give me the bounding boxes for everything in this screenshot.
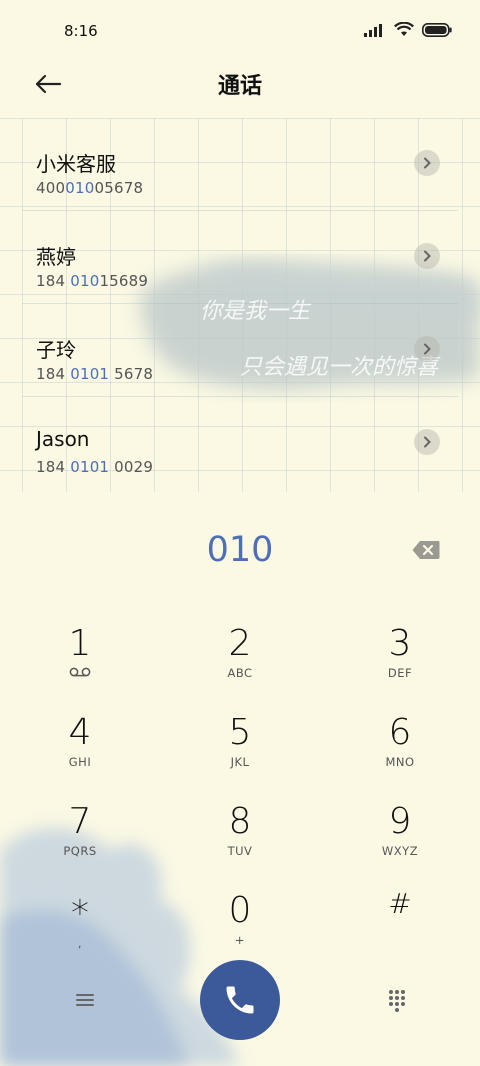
chevron-right-icon	[424, 343, 431, 355]
key-letters: DEF	[387, 666, 413, 680]
key-digit: 5	[228, 712, 252, 753]
contact-detail-button[interactable]	[414, 336, 440, 362]
dialed-number: 010	[206, 530, 274, 570]
key-letters: WXYZ	[381, 844, 419, 858]
status-time: 8:16	[64, 22, 98, 40]
phone-icon	[226, 986, 254, 1014]
battery-icon	[422, 22, 452, 37]
key-digit: 3	[388, 623, 412, 664]
key-digit: 1	[68, 623, 92, 664]
contact-name: Jason	[36, 427, 90, 451]
contact-number: 184 01015689	[36, 272, 149, 290]
contact-item[interactable]: 小米客服 40001005678	[0, 118, 480, 211]
bottom-action-bar	[0, 960, 480, 1040]
wifi-icon	[394, 22, 414, 36]
key-hash[interactable]: #	[340, 882, 460, 962]
key-digit: 8	[228, 801, 252, 842]
signal-icon	[364, 23, 382, 37]
contact-item[interactable]: Jason 184 0101 0029	[0, 397, 480, 490]
menu-button[interactable]	[68, 986, 102, 1014]
key-4[interactable]: 4 GHI	[20, 711, 140, 791]
contact-item[interactable]: 子玲 184 0101 5678	[0, 304, 480, 397]
key-letters: ,	[77, 936, 83, 950]
contact-name: 燕婷	[36, 245, 76, 269]
key-8[interactable]: 8 TUV	[180, 800, 300, 880]
key-7[interactable]: 7 PQRS	[20, 800, 140, 880]
key-2[interactable]: 2 ABC	[180, 622, 300, 702]
key-digit: 0	[228, 890, 252, 931]
call-button[interactable]	[200, 960, 280, 1040]
key-9[interactable]: 9 WXYZ	[340, 800, 460, 880]
contact-detail-button[interactable]	[414, 429, 440, 455]
key-digit: 9	[388, 801, 412, 842]
key-6[interactable]: 6 MNO	[340, 711, 460, 791]
status-bar: 8:16	[0, 0, 480, 62]
backspace-button[interactable]	[412, 540, 440, 560]
chevron-right-icon	[424, 250, 431, 262]
key-letters: ABC	[227, 666, 253, 680]
dialpad-toggle-button[interactable]	[380, 984, 414, 1018]
key-5[interactable]: 5 JKL	[180, 711, 300, 791]
key-digit: 2	[228, 623, 252, 664]
contact-item[interactable]: 燕婷 184 01015689	[0, 211, 480, 304]
key-letters: +	[234, 933, 246, 947]
key-digit: 7	[68, 801, 92, 842]
contact-results-list: 你是我一生 只会遇见一次的惊喜 小米客服 40001005678 燕婷 184 …	[0, 118, 480, 492]
contact-number: 184 0101 5678	[36, 365, 154, 383]
key-letters: TUV	[227, 844, 253, 858]
page-title: 通话	[217, 74, 262, 99]
menu-icon	[76, 994, 94, 1006]
contact-name: 子玲	[36, 338, 76, 362]
contact-detail-button[interactable]	[414, 150, 440, 176]
key-digit: 6	[388, 712, 412, 753]
key-digit: 4	[68, 712, 92, 753]
key-letters: MNO	[385, 755, 415, 769]
backspace-icon	[412, 541, 440, 559]
contact-detail-button[interactable]	[414, 243, 440, 269]
key-letters: JKL	[230, 755, 250, 769]
key-digit: #	[388, 887, 412, 920]
header: 通话	[0, 62, 480, 118]
key-1[interactable]: 1	[20, 622, 140, 702]
dialed-number-row: 010	[0, 530, 480, 578]
chevron-right-icon	[424, 436, 431, 448]
key-0[interactable]: 0 +	[180, 889, 300, 969]
contact-number: 184 0101 0029	[36, 458, 154, 476]
contact-name: 小米客服	[36, 152, 116, 176]
key-3[interactable]: 3 DEF	[340, 622, 460, 702]
dialpad-icon	[389, 990, 405, 1012]
chevron-right-icon	[424, 157, 431, 169]
voicemail-icon	[20, 666, 140, 680]
contact-number: 40001005678	[36, 179, 144, 197]
key-letters: PQRS	[63, 844, 97, 858]
key-digit: *	[71, 893, 89, 934]
status-icons	[364, 22, 452, 37]
key-letters: GHI	[68, 755, 92, 769]
